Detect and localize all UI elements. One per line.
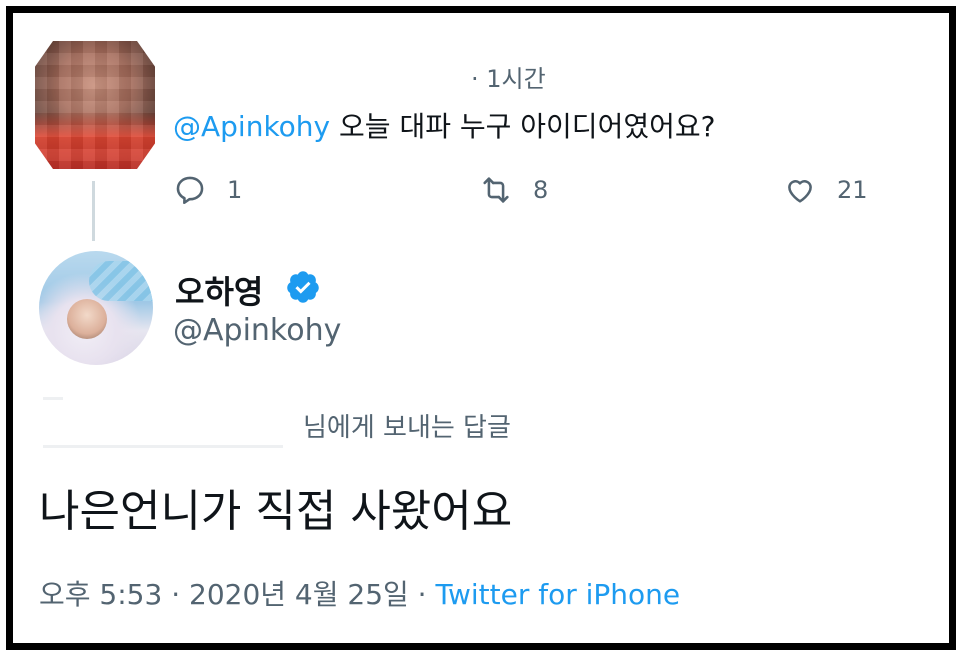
avatar-decoration <box>89 261 153 301</box>
faint-artifact <box>43 445 283 448</box>
heart-icon <box>788 180 812 203</box>
thread-connector-line <box>92 181 95 241</box>
tweet-body-text: 나은언니가 직접 사왔어요 <box>39 486 513 537</box>
reply-time-ago: · 1시간 <box>471 65 546 93</box>
retweet-count: 8 <box>533 176 549 204</box>
reply-icon <box>176 176 204 205</box>
author-display-name[interactable]: 오하영 <box>175 267 263 313</box>
tweet-meta: 오후 5:53 · 2020년 4월 25일 · Twitter for iPh… <box>39 573 680 613</box>
reply-count: 1 <box>227 176 243 204</box>
reply-tweet-text: @Apinkohy 오늘 대파 누구 아이디어였어요? <box>173 105 715 145</box>
like-action[interactable]: 21 <box>783 173 868 207</box>
tweet-timestamp[interactable]: 오후 5:53 · 2020년 4월 25일 · <box>39 578 435 611</box>
reply-to-label: 님에게 보내는 답글 <box>303 413 511 443</box>
tweet-source-link[interactable]: Twitter for iPhone <box>435 578 680 611</box>
verified-badge-icon <box>287 271 319 303</box>
reply-body-text: 오늘 대파 누구 아이디어였어요? <box>330 110 716 143</box>
retweet-icon <box>483 177 509 203</box>
avatar-pixelation-overlay <box>35 41 155 169</box>
tweet-thread: · 1시간 @Apinkohy 오늘 대파 누구 아이디어였어요? 1 8 21 <box>13 13 949 643</box>
author-handle[interactable]: @Apinkohy <box>173 313 341 348</box>
author-avatar[interactable] <box>39 251 153 365</box>
retweet-action[interactable]: 8 <box>479 173 548 207</box>
reply-action[interactable]: 1 <box>173 173 242 207</box>
like-count: 21 <box>837 176 868 204</box>
faint-artifact <box>43 397 63 400</box>
reply-mention-link[interactable]: @Apinkohy <box>173 110 330 143</box>
screenshot-frame: · 1시간 @Apinkohy 오늘 대파 누구 아이디어였어요? 1 8 21 <box>6 6 956 650</box>
avatar-figure <box>67 299 107 339</box>
